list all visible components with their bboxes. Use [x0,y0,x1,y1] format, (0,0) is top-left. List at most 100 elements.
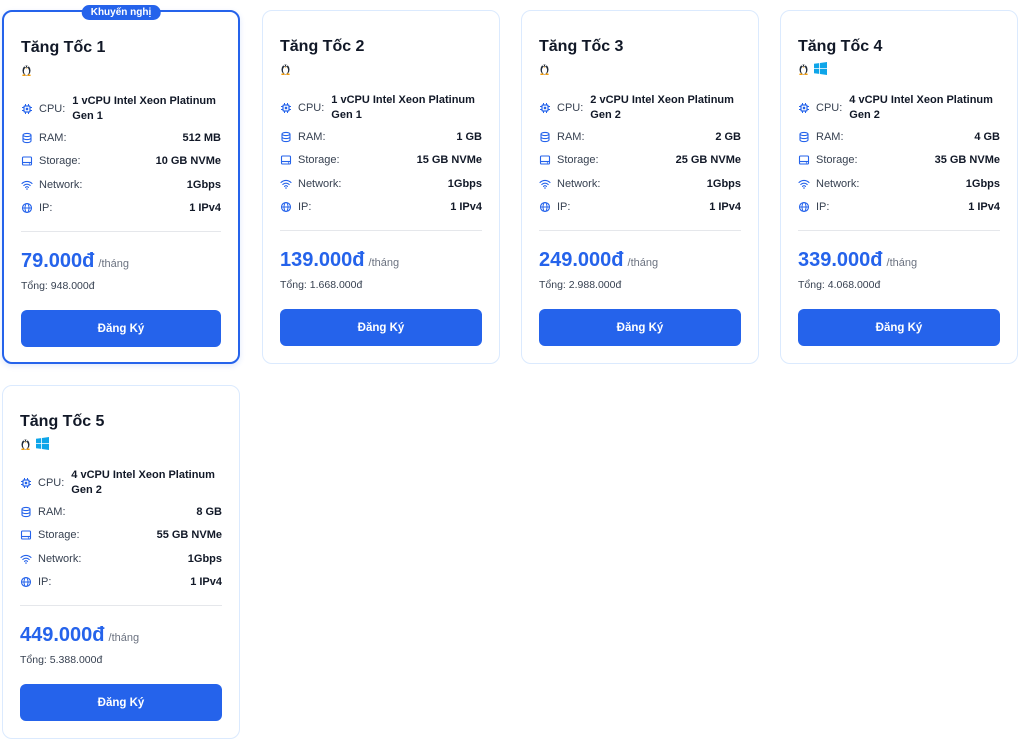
price-amount: 449.000đ [20,624,105,646]
cpu-icon [21,477,31,488]
divider [280,230,482,231]
spec-label: RAM: [816,130,844,143]
spec-storage: Storage: 25 GB NVMe [539,149,741,173]
register-button[interactable]: Đăng Ký [21,310,221,347]
spec-value: 1Gbps [965,177,1000,190]
linux-icon [799,64,808,75]
spec-storage: Storage: 55 GB NVMe [20,524,222,548]
globe-icon [539,202,551,213]
spec-storage: Storage: 35 GB NVMe [798,149,1000,173]
spec-label: Storage: [816,154,858,167]
database-icon [540,131,550,142]
plan-card: Tăng Tốc 1 CPU: 1 vCPU Intel Xeon Platin… [2,5,240,364]
spec-value: 4 GB [974,130,1000,143]
spec-network: Network: 1Gbps [21,173,221,197]
spec-value: 1 IPv4 [450,201,482,214]
price: 339.000đ /tháng [798,249,917,272]
spec-network: Network: 1Gbps [280,172,482,196]
spec-value: 55 GB NVMe [156,529,222,542]
spec-list: CPU: 1 vCPU Intel Xeon Platinum Gen 1 RA… [280,90,482,219]
price: 449.000đ /tháng [20,624,139,647]
spec-label: Storage: [38,529,80,542]
hard-drive-icon [798,155,810,165]
price-total: Tổng: 5.388.000đ [20,654,103,666]
spec-ip: IP: 1 IPv4 [20,571,222,595]
database-icon [799,131,809,142]
spec-ip: IP: 1 IPv4 [280,196,482,220]
spec-label: RAM: [39,131,67,144]
spec-label: Storage: [298,154,340,167]
os-icons [280,61,291,75]
register-button[interactable]: Đăng Ký [20,684,222,721]
spec-label: Network: [38,552,82,565]
price-total: Tổng: 948.000đ [21,280,95,292]
price-period: /tháng [627,257,659,269]
divider [539,230,741,231]
spec-storage: Storage: 15 GB NVMe [280,149,482,173]
os-icons [798,61,827,75]
spec-label: CPU: [39,102,66,115]
spec-value: 4 vCPU Intel Xeon Platinum Gen 2 [849,93,993,121]
register-button[interactable]: Đăng Ký [539,309,741,346]
pricing-grid: Tăng Tốc 1 CPU: 1 vCPU Intel Xeon Platin… [0,0,1024,741]
spec-value: 35 GB NVMe [934,154,1000,167]
price-total: Tổng: 2.988.000đ [539,279,622,291]
spec-label: CPU: [38,476,65,489]
spec-label: Storage: [39,155,81,168]
globe-icon [280,202,292,213]
spec-cpu: CPU: 1 vCPU Intel Xeon Platinum Gen 1 [280,90,482,125]
database-icon [21,506,31,517]
spec-value: 1Gbps [447,177,482,190]
spec-label: Network: [298,177,342,190]
spec-network: Network: 1Gbps [20,547,222,571]
spec-label: Network: [39,178,83,191]
spec-cpu: CPU: 1 vCPU Intel Xeon Platinum Gen 1 [21,91,221,126]
plan-card: Tăng Tốc 2 CPU: 1 vCPU Intel Xeon Platin… [262,10,500,364]
spec-label: CPU: [557,101,584,114]
wifi-icon [280,179,292,189]
price-total: Tổng: 1.668.000đ [280,279,363,291]
plan-title: Tăng Tốc 2 [280,38,365,55]
spec-value: 2 GB [715,130,741,143]
spec-label: Network: [557,177,601,190]
spec-label: CPU: [816,101,843,114]
spec-label: CPU: [298,101,325,114]
spec-ip: IP: 1 IPv4 [21,197,221,221]
wifi-icon [798,179,810,189]
linux-icon [540,64,549,75]
spec-value: 1Gbps [186,178,221,191]
globe-icon [798,202,810,213]
spec-storage: Storage: 10 GB NVMe [21,150,221,174]
register-button[interactable]: Đăng Ký [798,309,1000,346]
spec-list: CPU: 4 vCPU Intel Xeon Platinum Gen 2 RA… [20,465,222,594]
spec-value: 1Gbps [187,552,222,565]
globe-icon [20,577,32,588]
spec-value: 512 MB [182,131,221,144]
spec-label: IP: [298,201,312,214]
spec-value: 25 GB NVMe [675,154,741,167]
recommended-badge: Khuyến nghị [81,5,161,20]
spec-label: IP: [816,201,830,214]
hard-drive-icon [280,155,292,165]
wifi-icon [20,554,32,564]
register-button[interactable]: Đăng Ký [280,309,482,346]
spec-value: 1 IPv4 [190,576,222,589]
spec-cpu: CPU: 4 vCPU Intel Xeon Platinum Gen 2 [798,90,1000,125]
linux-icon [281,64,290,75]
plan-title: Tăng Tốc 3 [539,38,624,55]
divider [21,231,221,232]
os-icons [21,62,32,76]
spec-cpu: CPU: 4 vCPU Intel Xeon Platinum Gen 2 [20,465,222,500]
database-icon [22,132,32,143]
hard-drive-icon [21,156,33,166]
hard-drive-icon [20,530,32,540]
spec-value: 1Gbps [706,177,741,190]
spec-label: RAM: [298,130,326,143]
price-period: /tháng [886,257,918,269]
price: 139.000đ /tháng [280,249,399,272]
database-icon [281,131,291,142]
spec-list: CPU: 1 vCPU Intel Xeon Platinum Gen 1 RA… [21,91,221,220]
spec-ram: RAM: 1 GB [280,125,482,149]
spec-value: 1 GB [456,130,482,143]
price-period: /tháng [368,257,400,269]
